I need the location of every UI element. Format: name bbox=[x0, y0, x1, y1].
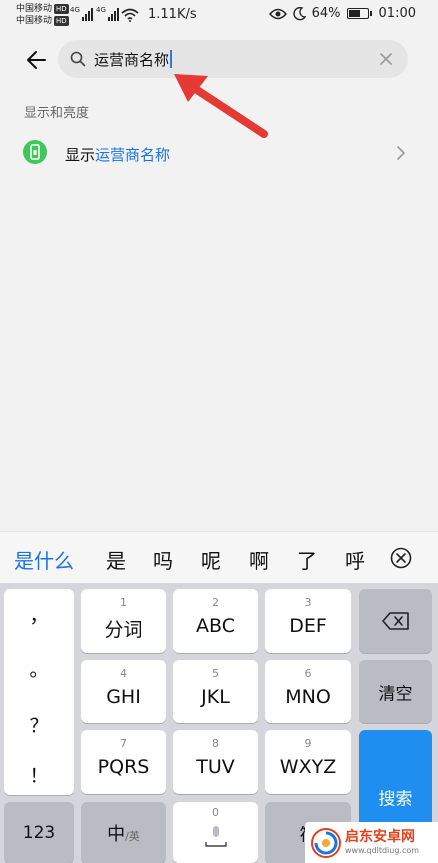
section-title: 显示和亮度 bbox=[24, 106, 90, 121]
search-query: 运营商名称 bbox=[94, 50, 170, 69]
hd-badge-2: HD bbox=[54, 16, 69, 26]
battery-icon bbox=[346, 8, 372, 19]
watermark-logo bbox=[311, 827, 341, 858]
net-speed: 1.11K/s bbox=[148, 7, 197, 22]
language-switch-key[interactable]: 中/英 bbox=[81, 802, 166, 863]
lang-main: 中 bbox=[107, 823, 126, 845]
watermark-title: 启东安卓网 bbox=[345, 829, 415, 845]
key-9[interactable]: 9 WXYZ bbox=[265, 730, 351, 794]
eye-comfort-icon bbox=[268, 8, 287, 19]
candidate-word[interactable]: 呢 bbox=[201, 545, 221, 574]
magnifier-icon bbox=[70, 51, 86, 67]
key-2[interactable]: 2 ABC bbox=[173, 589, 258, 653]
clock: 01:00 bbox=[378, 6, 416, 21]
circle-close-icon bbox=[390, 547, 412, 569]
result-item[interactable]: 显示运营商名称 bbox=[0, 132, 438, 174]
status-bar: 中国移动 HD 中国移动 HD 4G 4G 1.11K/s 64% 01:00 bbox=[0, 0, 438, 32]
clear-search-button[interactable] bbox=[378, 51, 394, 67]
punct-key[interactable]: 。 bbox=[4, 655, 74, 682]
arrow-left-icon bbox=[27, 51, 46, 69]
candidate-word[interactable]: 是 bbox=[106, 545, 126, 574]
key-1[interactable]: 1 分词 bbox=[81, 589, 166, 653]
key-6[interactable]: 6 MNO bbox=[265, 660, 351, 723]
candidate-word[interactable]: 啊 bbox=[249, 545, 269, 574]
key-7[interactable]: 7 PQRS bbox=[81, 730, 166, 794]
key-3[interactable]: 3 DEF bbox=[265, 589, 351, 653]
moon-icon bbox=[292, 6, 306, 20]
key-8[interactable]: 8 TUV bbox=[173, 730, 258, 794]
signal-icon: 4G bbox=[70, 7, 93, 21]
close-candidates-button[interactable] bbox=[390, 547, 412, 569]
watermark-url: www.qdltdiug.com bbox=[345, 846, 420, 855]
candidate-bar: 是什么 是 吗 呢 啊 了 呼 bbox=[0, 531, 438, 583]
number-mode-key[interactable]: 123 bbox=[4, 802, 74, 863]
clear-key[interactable]: 清空 bbox=[359, 660, 432, 723]
backspace-key[interactable] bbox=[359, 589, 432, 653]
punct-key[interactable]: ， bbox=[4, 601, 74, 628]
punct-key[interactable]: ？ bbox=[4, 711, 74, 738]
candidate-word[interactable]: 了 bbox=[297, 545, 317, 574]
back-button[interactable] bbox=[22, 46, 50, 74]
battery-percent: 64% bbox=[311, 6, 341, 21]
result-label: 显示运营商名称 bbox=[65, 144, 170, 165]
candidate-word[interactable]: 呼 bbox=[345, 545, 365, 574]
punct-key[interactable]: ！ bbox=[4, 761, 74, 788]
watermark: 启东安卓网 www.qdltdiug.com bbox=[305, 822, 438, 863]
signal-icon-2: 4G bbox=[96, 7, 119, 21]
carrier-1: 中国移动 bbox=[16, 4, 53, 14]
wifi-icon bbox=[121, 8, 139, 22]
carrier-info: 中国移动 HD 中国移动 HD bbox=[16, 3, 69, 27]
chevron-right-icon bbox=[397, 146, 405, 160]
punctuation-column[interactable]: ， 。 ？ ！ bbox=[4, 589, 74, 795]
keyboard: ， 。 ？ ！ 1 分词 2 ABC 3 DEF 4 GHI 5 JKL 6 MNO 7 PQ… bbox=[0, 583, 438, 863]
lang-sub: /英 bbox=[125, 829, 140, 843]
microphone-icon bbox=[205, 826, 227, 847]
key-4[interactable]: 4 GHI bbox=[81, 660, 166, 723]
result-prefix: 显示 bbox=[65, 146, 96, 164]
carrier-2: 中国移动 bbox=[16, 16, 53, 26]
candidate-word[interactable]: 吗 bbox=[153, 545, 173, 574]
space-key[interactable]: 0 bbox=[173, 802, 258, 863]
hd-badge: HD bbox=[54, 4, 69, 14]
backspace-icon bbox=[382, 612, 409, 630]
result-highlight: 运营商名称 bbox=[95, 146, 171, 164]
annotation-arrow bbox=[174, 74, 268, 138]
phone-icon bbox=[23, 140, 47, 164]
key-5[interactable]: 5 JKL bbox=[173, 660, 258, 723]
close-icon bbox=[380, 53, 392, 65]
candidate-word[interactable]: 是什么 bbox=[14, 545, 74, 574]
